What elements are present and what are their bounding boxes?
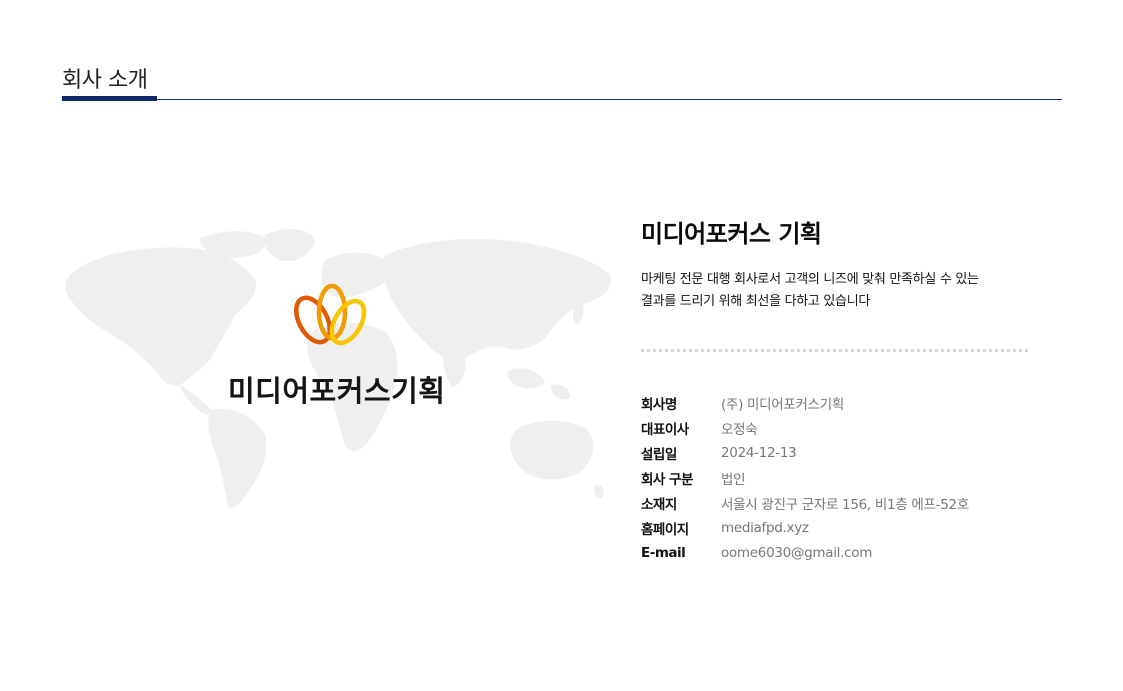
detail-row-address: 소재지 서울시 광진구 군자로 156, 비1층 에프-52호 — [641, 490, 1041, 515]
company-info: 미디어포커스 기획 마케팅 전문 대행 회사로서 고객의 니즈에 맞춰 만족하실… — [641, 214, 1041, 561]
detail-row-email: E-mail oome6030@gmail.com — [641, 540, 1041, 565]
detail-value: (주) 미디어포커스기획 — [721, 396, 845, 413]
dotted-divider — [641, 349, 1028, 352]
detail-row-company-name: 회사명 (주) 미디어포커스기획 — [641, 390, 1041, 415]
section-header: 회사 소개 — [62, 60, 1062, 102]
detail-row-ceo: 대표이사 오정숙 — [641, 415, 1041, 440]
detail-value: 오정숙 — [721, 421, 758, 438]
email-link[interactable]: oome6030@gmail.com — [721, 545, 872, 561]
section-title: 회사 소개 — [62, 68, 148, 93]
company-description: 마케팅 전문 대행 회사로서 고객의 니즈에 맞춰 만족하실 수 있는 결과를 … — [641, 272, 979, 309]
detail-row-homepage: 홈페이지 mediafpd.xyz — [641, 515, 1041, 540]
detail-row-company-type: 회사 구분 법인 — [641, 465, 1041, 490]
company-details: 회사명 (주) 미디어포커스기획 대표이사 오정숙 설립일 2024-12-13… — [641, 390, 1041, 565]
detail-value: 2024-12-13 — [721, 444, 797, 461]
homepage-link[interactable]: mediafpd.xyz — [721, 520, 809, 536]
detail-value: 서울시 광진구 군자로 156, 비1층 에프-52호 — [721, 496, 969, 513]
detail-label: 회사명 — [641, 396, 677, 413]
detail-label: 회사 구분 — [641, 471, 693, 488]
header-divider — [62, 99, 1062, 100]
detail-label: 홈페이지 — [641, 521, 689, 538]
detail-label: E-mail — [641, 544, 686, 561]
header-accent-bar — [62, 96, 157, 101]
detail-label: 대표이사 — [641, 421, 689, 438]
detail-label: 소재지 — [641, 496, 677, 513]
petal-logo-icon — [285, 282, 380, 352]
detail-row-founded: 설립일 2024-12-13 — [641, 440, 1041, 465]
company-title: 미디어포커스 기획 — [641, 220, 822, 248]
logo-wordmark: 미디어포커스기획 — [228, 374, 446, 408]
detail-value: 법인 — [721, 471, 746, 488]
detail-label: 설립일 — [641, 446, 677, 463]
